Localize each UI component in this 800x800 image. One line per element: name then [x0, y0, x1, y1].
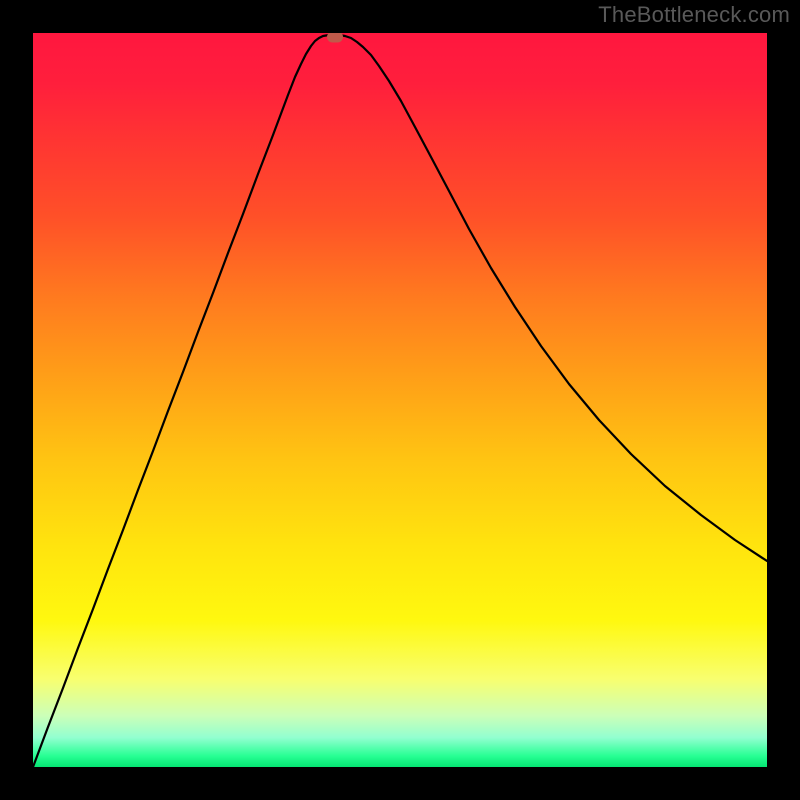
watermark-text: TheBottleneck.com [598, 2, 790, 28]
plot-area [33, 33, 767, 767]
chart-frame: TheBottleneck.com [0, 0, 800, 800]
bottleneck-curve [33, 35, 767, 767]
curve-svg [33, 33, 767, 767]
minimum-marker-icon [327, 33, 343, 43]
